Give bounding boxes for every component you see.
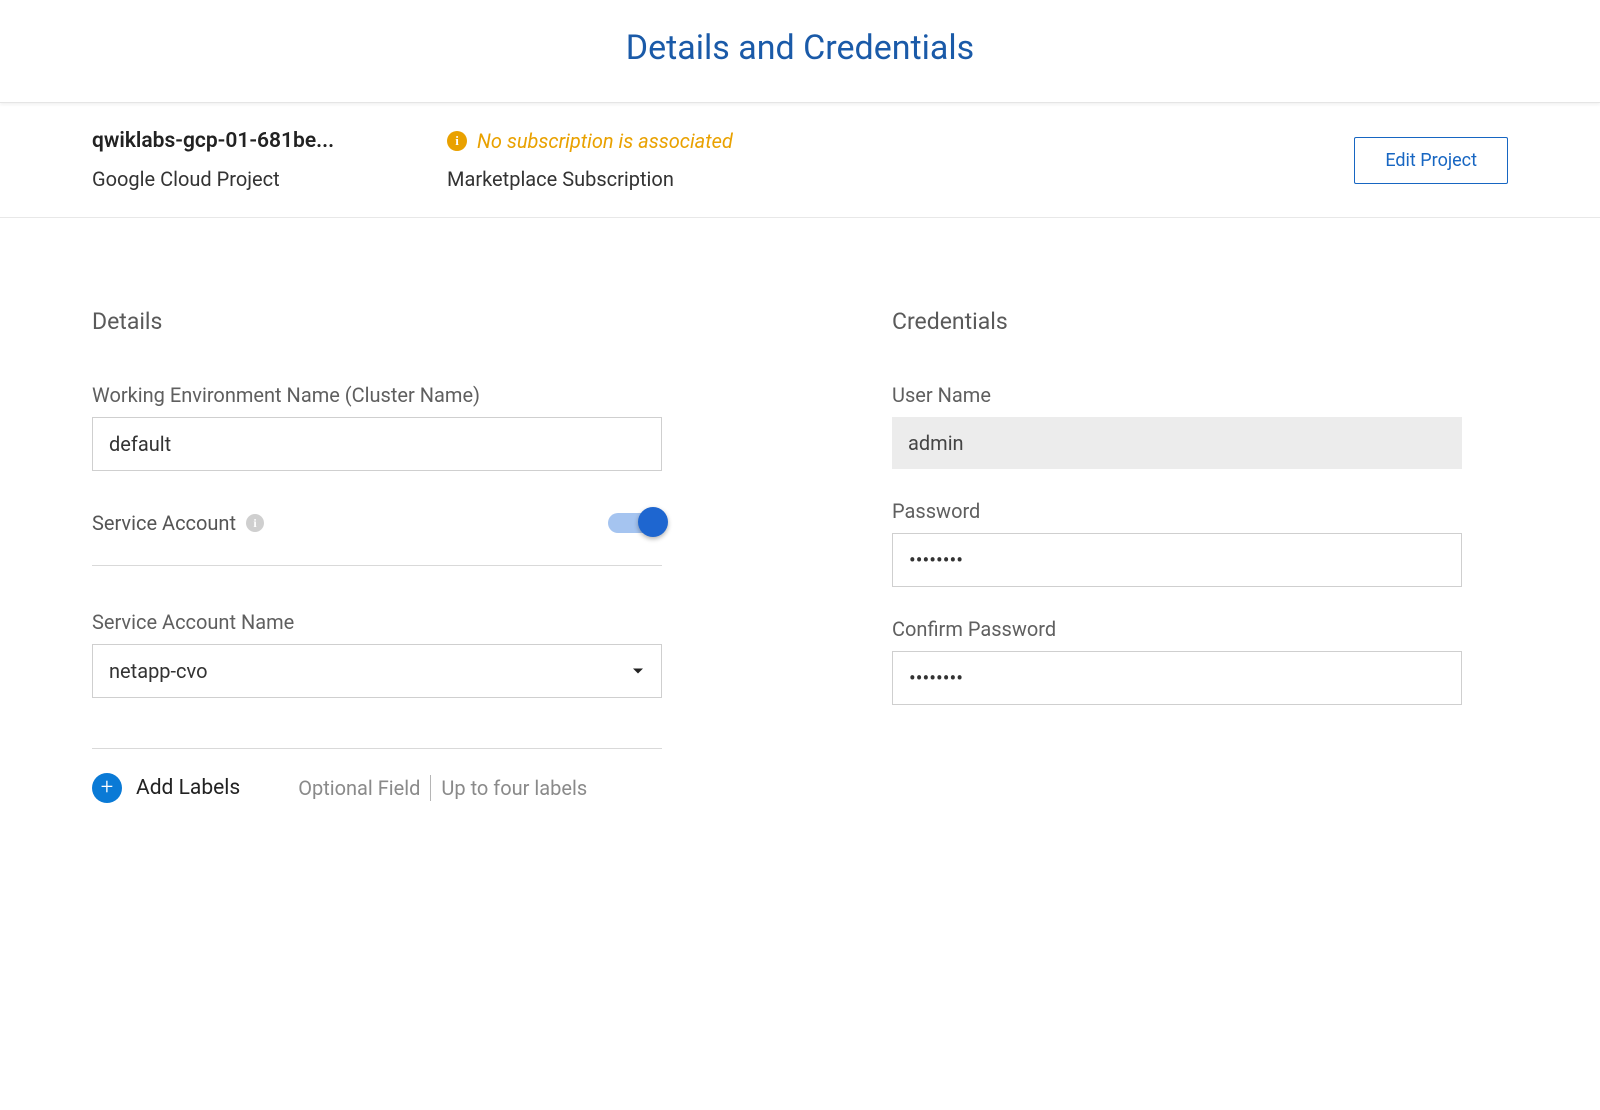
optional-field-hint: Optional Field [298, 776, 420, 800]
details-column: Details Working Environment Name (Cluste… [92, 308, 662, 803]
page-header: Details and Credentials [0, 0, 1600, 103]
subscription-label: Marketplace Subscription [447, 167, 1354, 191]
project-info: qwiklabs-gcp-01-681be... Google Cloud Pr… [92, 129, 447, 191]
page-title: Details and Credentials [0, 28, 1600, 68]
service-account-toggle[interactable] [608, 513, 662, 533]
service-account-label-group: Service Account i [92, 511, 264, 535]
toggle-thumb [638, 507, 668, 537]
username-label: User Name [892, 383, 1462, 407]
labels-limit-hint: Up to four labels [441, 776, 587, 800]
plus-icon: + [92, 773, 122, 803]
confirm-password-group: Confirm Password [892, 617, 1462, 705]
info-bar: qwiklabs-gcp-01-681be... Google Cloud Pr… [0, 103, 1600, 218]
service-account-toggle-row: Service Account i [92, 511, 662, 566]
env-name-input[interactable] [92, 417, 662, 471]
service-account-label: Service Account [92, 511, 236, 535]
info-icon: i [447, 131, 467, 151]
labels-section: + Add Labels Optional Field Up to four l… [92, 748, 662, 803]
main-content: Details Working Environment Name (Cluste… [0, 218, 1600, 843]
hint-divider [430, 775, 431, 801]
subscription-info: i No subscription is associated Marketpl… [447, 129, 1354, 191]
labels-hint: Optional Field Up to four labels [298, 775, 587, 801]
project-name: qwiklabs-gcp-01-681be... [92, 129, 447, 153]
env-name-group: Working Environment Name (Cluster Name) [92, 383, 662, 471]
confirm-password-input[interactable] [892, 651, 1462, 705]
service-account-name-label: Service Account Name [92, 610, 662, 634]
username-group: User Name [892, 383, 1462, 469]
env-name-label: Working Environment Name (Cluster Name) [92, 383, 662, 407]
details-section-title: Details [92, 308, 662, 335]
add-labels-row: + Add Labels Optional Field Up to four l… [92, 773, 662, 803]
add-labels-button[interactable]: + Add Labels [92, 773, 240, 803]
password-input[interactable] [892, 533, 1462, 587]
service-account-select-wrap: netapp-cvo [92, 644, 662, 698]
add-labels-text: Add Labels [136, 776, 240, 800]
edit-project-button[interactable]: Edit Project [1354, 137, 1508, 184]
info-icon[interactable]: i [246, 514, 264, 532]
service-account-name-group: Service Account Name netapp-cvo [92, 610, 662, 698]
username-input [892, 417, 1462, 469]
subscription-status: i No subscription is associated [447, 129, 1354, 153]
password-label: Password [892, 499, 1462, 523]
credentials-column: Credentials User Name Password Confirm P… [892, 308, 1462, 803]
confirm-password-label: Confirm Password [892, 617, 1462, 641]
project-type: Google Cloud Project [92, 167, 447, 191]
service-account-select[interactable]: netapp-cvo [92, 644, 662, 698]
subscription-status-text: No subscription is associated [477, 129, 733, 153]
password-group: Password [892, 499, 1462, 587]
credentials-section-title: Credentials [892, 308, 1462, 335]
